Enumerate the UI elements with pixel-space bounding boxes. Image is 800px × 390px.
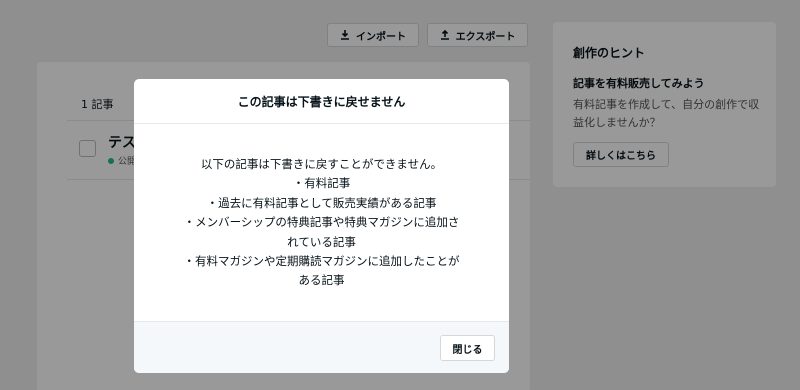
dialog-title: この記事は下書きに戻せません [237,94,406,109]
dialog-body-line: ・メンバーシップの特典記事や特典マガジンに追加さ [183,215,460,230]
dialog-header: この記事は下書きに戻せません [134,79,509,124]
dialog-body-line: ・過去に有料記事として販売実績がある記事 [206,195,437,210]
dialog-body: 以下の記事は下書きに戻すことができません。 ・有料記事 ・過去に有料記事として販… [134,155,509,291]
close-button[interactable]: 閉じる [440,335,495,361]
dialog-footer: 閉じる [134,321,509,373]
dialog-body-line: ・有料マガジンや定期購読マガジンに追加したことが [183,254,460,269]
dialog-body-line: 以下の記事は下書きに戻すことができません。 [200,157,443,171]
dialog-body-line: れている記事 [287,234,356,249]
dialog-body-line: ある記事 [298,273,345,288]
dialog-body-line: ・有料記事 [292,176,351,191]
cannot-revert-dialog: この記事は下書きに戻せません 以下の記事は下書きに戻すことができません。 ・有料… [134,79,509,373]
